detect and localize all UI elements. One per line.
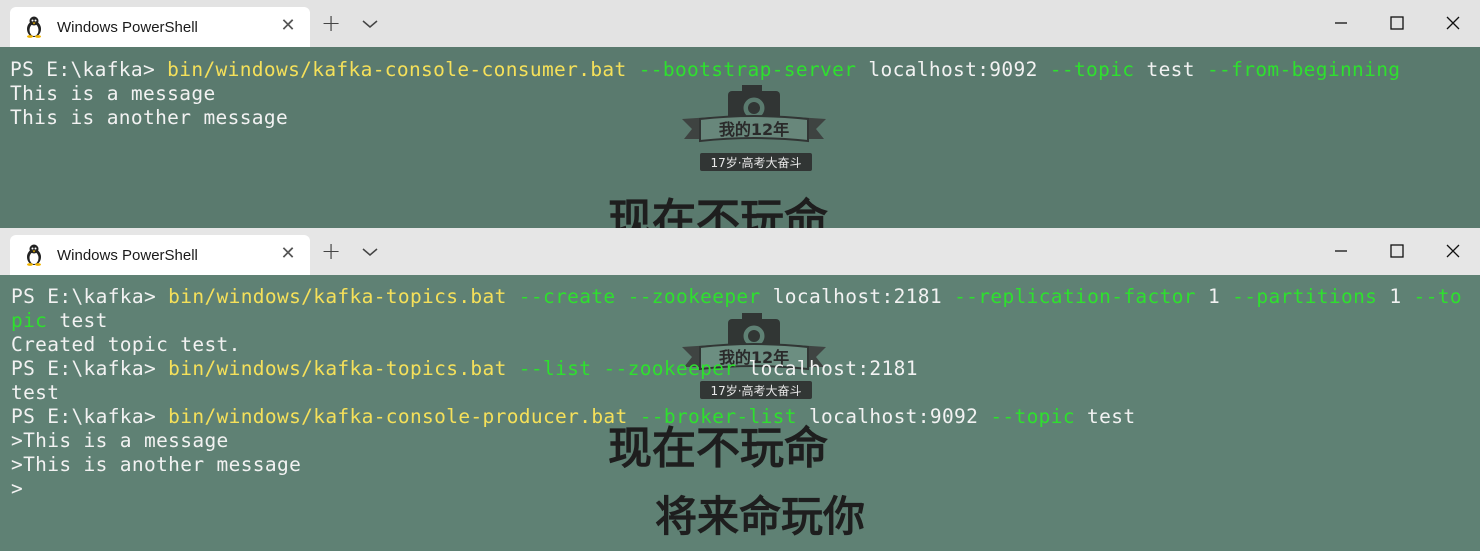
terminal-text-segment: Created topic test.: [11, 333, 241, 356]
terminal-text-segment: pic: [11, 309, 48, 332]
terminal-text-segment: localhost:9092: [796, 405, 991, 428]
minimize-button[interactable]: [1318, 6, 1364, 40]
terminal-text-segment: localhost:2181: [736, 357, 918, 380]
terminal-line: test: [11, 381, 1462, 405]
terminal-text-segment: bin/windows/kafka-topics.bat: [168, 357, 507, 380]
terminal-line: Created topic test.: [11, 333, 1462, 357]
terminal-line: PS E:\kafka> bin/windows/kafka-console-p…: [11, 405, 1462, 429]
terminal-text-segment: PS E:\kafka>: [11, 405, 169, 428]
terminal-line: PS E:\kafka> bin/windows/kafka-topics.ba…: [11, 285, 1462, 309]
tab-windows-powershell[interactable]: Windows PowerShell ✕: [10, 235, 310, 275]
terminal-line: PS E:\kafka> bin/windows/kafka-topics.ba…: [11, 357, 1462, 381]
terminal-text-segment: PS E:\kafka>: [10, 58, 168, 81]
terminal-line: >: [11, 477, 1462, 501]
terminal-text-segment: test: [1074, 405, 1136, 428]
tab-title: Windows PowerShell: [57, 246, 198, 264]
powershell-window-consumer: Windows PowerShell ✕ + 我的12年 17岁·高考大奋斗 现…: [0, 0, 1480, 228]
terminal-text-segment: test: [11, 381, 60, 404]
linux-penguin-icon: [24, 244, 44, 266]
minimize-button[interactable]: [1318, 234, 1364, 268]
terminal-text-segment: PS E:\kafka>: [11, 285, 169, 308]
slogan-line-1: 现在不玩命: [608, 195, 828, 228]
terminal-area[interactable]: 我的12年 17岁·高考大奋斗 现在不玩命 PS E:\kafka> bin/w…: [0, 47, 1480, 228]
terminal-text-segment: --zookeeper: [627, 285, 761, 308]
terminal-text-segment: test: [47, 309, 108, 332]
terminal-text-segment: >: [11, 477, 24, 500]
terminal-text-segment: --zookeeper: [603, 357, 737, 380]
terminal-text-segment: --topic: [990, 405, 1075, 428]
plus-icon[interactable]: +: [318, 239, 344, 265]
badge-caption: 17岁·高考大奋斗: [710, 155, 801, 170]
terminal-line: This is another message: [10, 106, 1400, 130]
plus-icon[interactable]: +: [318, 11, 344, 37]
maximize-button[interactable]: [1374, 234, 1420, 268]
terminal-line: >This is another message: [11, 453, 1462, 477]
terminal-text-segment: --create: [518, 285, 616, 308]
terminal-text-segment: >This is a message: [11, 429, 229, 452]
terminal-line: >This is a message: [11, 429, 1462, 453]
terminal-text-segment: --broker-list: [639, 405, 797, 428]
terminal-text-segment: --replication-factor: [954, 285, 1196, 308]
terminal-text-segment: --partitions: [1232, 285, 1378, 308]
terminal-text-segment: 1: [1195, 285, 1233, 308]
terminal-text-segment: --list: [518, 357, 592, 380]
linux-penguin-icon: [24, 16, 44, 38]
terminal-text-segment: 1: [1377, 285, 1414, 308]
terminal-text-segment: PS E:\kafka>: [11, 357, 169, 380]
terminal-text-segment: This is a message: [10, 82, 216, 105]
title-bar[interactable]: Windows PowerShell ✕ +: [0, 0, 1480, 47]
terminal-text-segment: bin/windows/kafka-console-producer.bat: [168, 405, 628, 428]
terminal-text-segment: This is another message: [10, 106, 289, 129]
close-icon[interactable]: ✕: [280, 245, 296, 263]
chevron-down-icon[interactable]: [360, 14, 380, 34]
terminal-text-segment: --from-beginning: [1206, 58, 1401, 81]
terminal-text-segment: >This is another message: [11, 453, 302, 476]
terminal-text-segment: --topic: [1049, 58, 1135, 81]
terminal-text-segment: bin/windows/kafka-console-consumer.bat: [167, 58, 627, 81]
terminal-line: pic test: [11, 309, 1462, 333]
terminal-line: PS E:\kafka> bin/windows/kafka-console-c…: [10, 58, 1400, 82]
terminal-text-segment: --to: [1413, 285, 1462, 308]
terminal-output: PS E:\kafka> bin/windows/kafka-topics.ba…: [11, 285, 1462, 501]
terminal-text-segment: localhost:9092: [856, 58, 1050, 81]
maximize-button[interactable]: [1374, 6, 1420, 40]
close-window-button[interactable]: [1430, 6, 1476, 40]
terminal-text-segment: --bootstrap-server: [638, 58, 857, 81]
terminal-area[interactable]: 我的12年 17岁·高考大奋斗 现在不玩命 将来命玩你 PS E:\kafka>…: [0, 275, 1480, 551]
tab-windows-powershell[interactable]: Windows PowerShell ✕: [10, 7, 310, 47]
terminal-output: PS E:\kafka> bin/windows/kafka-console-c…: [10, 58, 1400, 130]
terminal-text-segment: bin/windows/kafka-topics.bat: [168, 285, 507, 308]
terminal-text-segment: test: [1134, 58, 1207, 81]
close-window-button[interactable]: [1430, 234, 1476, 268]
close-icon[interactable]: ✕: [280, 17, 296, 35]
terminal-line: This is a message: [10, 82, 1400, 106]
chevron-down-icon[interactable]: [360, 242, 380, 262]
tab-title: Windows PowerShell: [57, 18, 198, 36]
terminal-text-segment: localhost:2181: [760, 285, 955, 308]
powershell-window-producer: Windows PowerShell ✕ + 我的12年 17岁·高考大奋斗 现…: [0, 228, 1480, 551]
title-bar[interactable]: Windows PowerShell ✕ +: [0, 228, 1480, 275]
